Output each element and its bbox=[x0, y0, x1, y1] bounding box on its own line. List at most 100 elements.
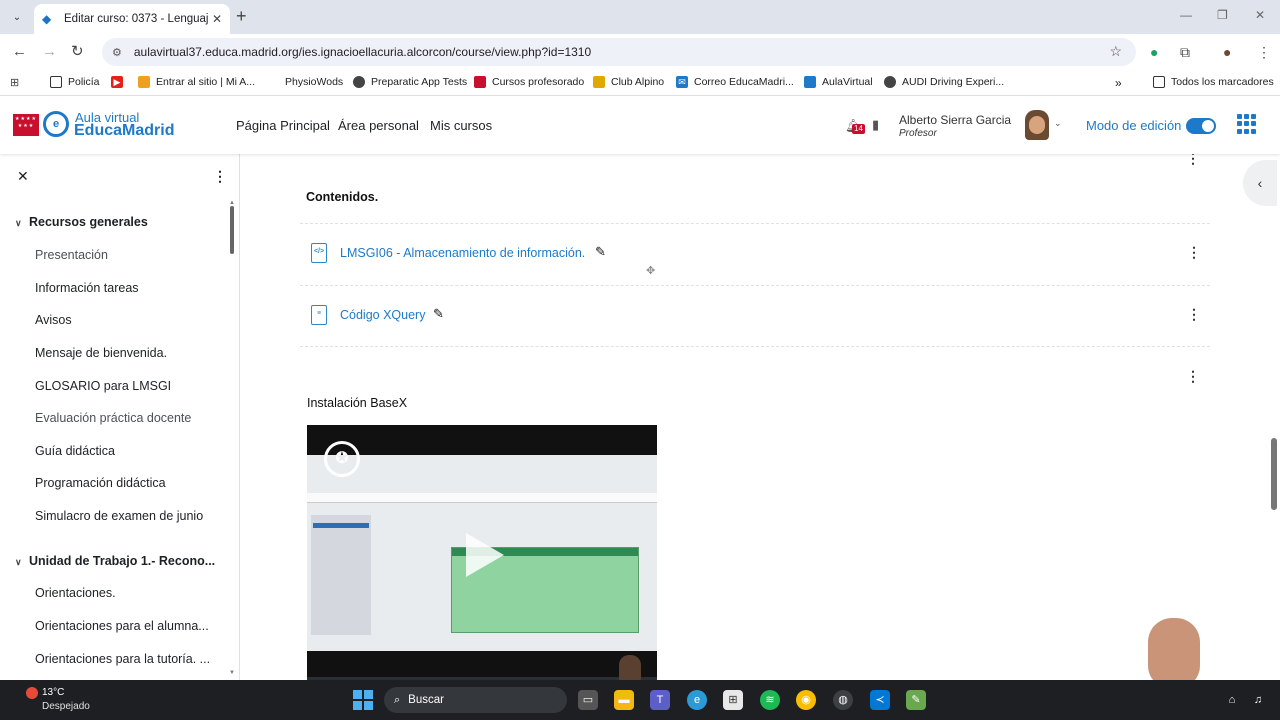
drawer-item[interactable]: Orientaciones. bbox=[35, 586, 116, 600]
extensions-icon[interactable]: ⧉ bbox=[1180, 44, 1190, 60]
apps-grid-icon[interactable]: ⊞ bbox=[10, 76, 19, 89]
bookmark-1[interactable]: ▶ bbox=[111, 76, 129, 88]
section-recursos-generales[interactable]: ∨ Recursos generales bbox=[15, 215, 148, 229]
edit-pencil-icon[interactable]: ✎ bbox=[595, 244, 606, 260]
close-drawer-icon[interactable]: ✕ bbox=[17, 168, 29, 185]
spotify-icon[interactable]: ≋ bbox=[760, 690, 780, 710]
user-name[interactable]: Alberto Sierra Garcia bbox=[899, 113, 1011, 127]
video-player[interactable]: ✪ bbox=[307, 425, 657, 680]
nav-mis-cursos[interactable]: Mis cursos bbox=[430, 118, 492, 133]
moodle-icon bbox=[138, 76, 150, 88]
browser-tab-active[interactable]: ◆ Editar curso: 0373 - Lenguajes de marc… bbox=[34, 4, 230, 34]
vscode-icon[interactable]: ≺ bbox=[870, 690, 890, 710]
drawer-item[interactable]: Avisos bbox=[35, 313, 72, 327]
tab-close-icon[interactable]: ✕ bbox=[212, 12, 222, 26]
browser-menu-icon[interactable]: ⋮ bbox=[1257, 44, 1271, 60]
tab-search-icon[interactable]: ⌄ bbox=[6, 8, 28, 26]
activity-options-icon[interactable]: ⋮ bbox=[1187, 244, 1201, 261]
drawer-scrollbar[interactable] bbox=[230, 206, 234, 254]
drawer-item[interactable]: Evaluación práctica docente bbox=[35, 411, 191, 425]
weather-icon[interactable] bbox=[26, 687, 38, 699]
maximize-icon[interactable]: ❐ bbox=[1217, 8, 1228, 22]
bookmark-3[interactable]: PhysioWods bbox=[267, 76, 343, 88]
webcam-person-head bbox=[1148, 618, 1200, 688]
notifications-icon[interactable]: ♫ bbox=[1248, 690, 1268, 710]
folder-icon bbox=[50, 76, 62, 88]
forward-icon[interactable]: → bbox=[42, 43, 57, 61]
drawer-item[interactable]: Presentación bbox=[35, 248, 108, 262]
weather-description[interactable]: Despejado bbox=[42, 701, 90, 712]
all-bookmarks[interactable]: Todos los marcadores bbox=[1153, 76, 1274, 88]
bookmarks-overflow[interactable]: » bbox=[1115, 76, 1122, 90]
play-icon[interactable] bbox=[466, 533, 504, 577]
edge-icon[interactable]: e bbox=[687, 690, 707, 710]
grammarly-extension-icon[interactable]: ● bbox=[1150, 44, 1158, 60]
address-bar[interactable]: ⚙ aulavirtual37.educa.madrid.org/ies.ign… bbox=[102, 38, 1136, 66]
section-unidad-trabajo-1[interactable]: ∨ Unidad de Trabajo 1.- Recono... bbox=[15, 554, 215, 568]
notepad-icon[interactable]: ✎ bbox=[906, 690, 926, 710]
move-handle-icon[interactable]: ✥ bbox=[646, 264, 655, 277]
edit-mode-label: Modo de edición bbox=[1086, 118, 1182, 133]
chevron-down-icon[interactable]: ∨ bbox=[15, 218, 29, 229]
madrid-flag-logo[interactable]: ★★★★ ★★★ bbox=[13, 114, 39, 136]
edit-mode-toggle[interactable] bbox=[1186, 118, 1216, 134]
globe-icon bbox=[884, 76, 896, 88]
weather-temperature[interactable]: 13°C bbox=[42, 687, 64, 698]
drawer-item[interactable]: Orientaciones para el alumna... bbox=[35, 619, 209, 633]
store-icon[interactable]: ⊞ bbox=[723, 690, 743, 710]
profile-avatar-icon[interactable]: ● bbox=[1223, 44, 1231, 60]
back-icon[interactable]: ← bbox=[12, 43, 27, 61]
activity-link[interactable]: LMSGI06 - Almacenamiento de información. bbox=[340, 246, 585, 260]
course-content: ⋮ Contenidos. </> LMSGI06 - Almacenamien… bbox=[241, 154, 1280, 680]
nav-area-personal[interactable]: Área personal bbox=[338, 118, 419, 133]
user-role: Profesor bbox=[899, 128, 937, 139]
reload-icon[interactable]: ↻ bbox=[71, 43, 84, 61]
minimize-icon[interactable]: — bbox=[1180, 8, 1192, 22]
start-button-icon[interactable] bbox=[353, 690, 373, 710]
new-tab-icon[interactable]: + bbox=[236, 7, 247, 25]
bookmark-9[interactable]: AUDI Driving Experi... bbox=[884, 76, 1004, 88]
apps-grid-icon[interactable] bbox=[1237, 114, 1257, 134]
messages-icon[interactable]: ▮ bbox=[872, 117, 879, 133]
activity-options-icon[interactable]: ⋮ bbox=[1187, 306, 1201, 323]
chrome-icon[interactable]: ◉ bbox=[796, 690, 816, 710]
bookmark-star-icon[interactable]: ☆ bbox=[1109, 43, 1122, 60]
window-close-icon[interactable]: ✕ bbox=[1255, 8, 1265, 22]
logo-bottom-text[interactable]: EducaMadrid bbox=[74, 122, 174, 140]
file-explorer-icon[interactable]: ▬ bbox=[614, 690, 634, 710]
page-scrollbar[interactable] bbox=[1271, 438, 1277, 510]
drawer-item[interactable]: Programación didáctica bbox=[35, 476, 166, 490]
activity-link[interactable]: Código XQuery bbox=[340, 308, 425, 322]
drawer-options-icon[interactable]: ⋮ bbox=[213, 168, 227, 185]
drawer-item[interactable]: Información tareas bbox=[35, 281, 139, 295]
bookmark-7[interactable]: ✉ Correo EducaMadri... bbox=[676, 76, 794, 88]
drawer-item[interactable]: Orientaciones para la tutoría. ... bbox=[35, 652, 210, 666]
obs-icon[interactable]: ◍ bbox=[833, 690, 853, 710]
drawer-item[interactable]: Simulacro de examen de junio bbox=[35, 509, 203, 523]
bookmark-6[interactable]: Club Alpino bbox=[593, 76, 664, 88]
bookmark-0[interactable]: Policía bbox=[50, 76, 100, 88]
chevron-down-icon[interactable]: ∨ bbox=[15, 557, 29, 568]
taskbar-search[interactable]: ⌕ Buscar bbox=[384, 687, 567, 713]
user-menu-chevron-icon[interactable]: ⌄ bbox=[1054, 118, 1062, 129]
teams-icon[interactable]: T bbox=[650, 690, 670, 710]
network-icon[interactable]: ⌂ bbox=[1222, 690, 1242, 710]
user-avatar[interactable] bbox=[1025, 110, 1049, 140]
label-options-icon[interactable]: ⋮ bbox=[1186, 368, 1200, 385]
edit-pencil-icon[interactable]: ✎ bbox=[433, 306, 444, 322]
bookmark-4[interactable]: Preparatic App Tests bbox=[353, 76, 467, 88]
drawer-item[interactable]: GLOSARIO para LMSGI bbox=[35, 379, 171, 393]
search-icon: ⌕ bbox=[394, 693, 401, 706]
bookmark-5[interactable]: Cursos profesorado bbox=[474, 76, 584, 88]
drawer-item[interactable]: Guía didáctica bbox=[35, 444, 115, 458]
section-options-icon[interactable]: ⋮ bbox=[1186, 154, 1200, 167]
bookmark-8[interactable]: AulaVirtual bbox=[804, 76, 873, 88]
educamadrid-logo-icon[interactable]: e bbox=[43, 111, 69, 137]
bookmark-2[interactable]: Entrar al sitio | Mi A... bbox=[138, 76, 255, 88]
task-view-icon[interactable]: ▭ bbox=[578, 690, 598, 710]
nav-pagina-principal[interactable]: Página Principal bbox=[236, 118, 330, 133]
video-channel-logo-icon[interactable]: ✪ bbox=[324, 441, 360, 477]
scroll-down-arrow-icon[interactable]: ▼ bbox=[229, 670, 235, 676]
site-info-icon[interactable]: ⚙ bbox=[112, 46, 122, 59]
drawer-item[interactable]: Mensaje de bienvenida. bbox=[35, 346, 167, 360]
